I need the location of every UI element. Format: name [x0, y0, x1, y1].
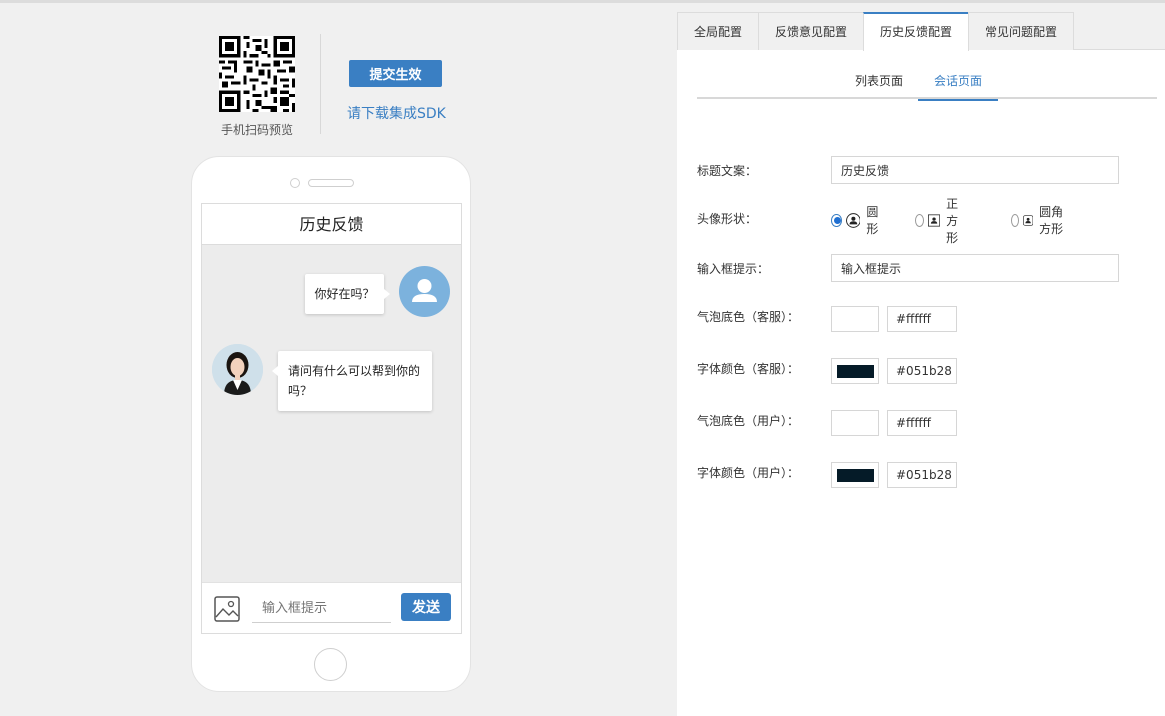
- agent-message-bubble: 请问有什么可以帮到你的吗？: [272, 351, 432, 411]
- tab-global-config[interactable]: 全局配置: [677, 12, 759, 50]
- qr-caption: 手机扫码预览: [220, 123, 293, 137]
- agent-font-color-swatch[interactable]: [831, 358, 879, 384]
- agent-bubble-color-label: 气泡底色（客服）：: [697, 310, 800, 324]
- avatar-shape-rounded-square-option[interactable]: 圆角方形: [1011, 205, 1065, 236]
- phone-screen: 历史反馈 你好在吗？ 请问有什么可以帮到你的吗？ 输入框提示 发送: [201, 203, 462, 634]
- title-input[interactable]: [831, 156, 1119, 184]
- input-hint-input[interactable]: [831, 254, 1119, 282]
- user-message-bubble: 你好在吗？: [305, 274, 390, 314]
- agent-bubble-color-swatch[interactable]: [831, 306, 879, 332]
- phone-home-button: [314, 648, 347, 681]
- submit-button[interactable]: 提交生效: [349, 60, 442, 87]
- user-font-color-label: 字体颜色（用户）：: [697, 466, 800, 480]
- square-option-label: 正方形: [946, 196, 959, 245]
- chat-message-input[interactable]: [252, 595, 391, 623]
- user-silhouette-icon: [412, 279, 437, 302]
- color-fill: [837, 313, 874, 326]
- vertical-divider: [320, 34, 321, 134]
- avatar-shape-circle-option[interactable]: 圆形: [831, 205, 885, 236]
- tab-history-feedback-config[interactable]: 历史反馈配置: [863, 12, 969, 51]
- avatar-shape-label: 头像形状：: [697, 212, 758, 226]
- input-hint-label: 输入框提示：: [697, 262, 770, 276]
- phone-camera: [290, 178, 300, 188]
- square-radio[interactable]: [915, 213, 924, 227]
- agent-avatar: [212, 344, 263, 395]
- agent-font-color-hex[interactable]: [887, 358, 957, 384]
- image-icon[interactable]: [214, 596, 240, 622]
- phone-speaker: [308, 179, 354, 187]
- user-bubble-color-swatch[interactable]: [831, 410, 879, 436]
- avatar-shape-square-option[interactable]: 正方形: [915, 197, 969, 245]
- user-bubble-color-hex[interactable]: [887, 410, 957, 436]
- agent-font-color-label: 字体颜色（客服）：: [697, 362, 800, 376]
- user-font-color-hex[interactable]: [887, 462, 957, 488]
- square-avatar-icon: [928, 210, 941, 230]
- preview-pane: 手机扫码预览 提交生效 请下载集成SDK 历史反馈 你好在吗？ 请问有什么可以帮…: [0, 3, 677, 716]
- chat-input-bar: 发送: [202, 582, 461, 633]
- title-label: 标题文案：: [697, 164, 758, 178]
- subtab-list-page[interactable]: 列表页面: [841, 68, 917, 99]
- agent-bubble-color-hex[interactable]: [887, 306, 957, 332]
- user-font-color-swatch[interactable]: [831, 462, 879, 488]
- circle-avatar-icon: [845, 210, 861, 230]
- chat-header-title: 历史反馈: [202, 204, 461, 245]
- page-subtabs: 列表页面 会话页面: [697, 68, 1157, 101]
- tab-faq-config[interactable]: 常见问题配置: [968, 12, 1074, 50]
- rounded-square-avatar-icon: [1022, 210, 1034, 230]
- phone-preview: 历史反馈 你好在吗？ 请问有什么可以帮到你的吗？ 输入框提示 发送: [191, 156, 471, 692]
- send-button[interactable]: 发送: [401, 593, 451, 621]
- qr-code-image: [219, 36, 295, 112]
- color-fill: [837, 365, 874, 378]
- user-avatar: [399, 266, 450, 317]
- config-tabs: 全局配置 反馈意见配置 历史反馈配置 常见问题配置: [677, 3, 1165, 51]
- tab-feedback-config[interactable]: 反馈意见配置: [758, 12, 864, 50]
- circle-option-label: 圆形: [866, 205, 879, 236]
- subtab-session-page[interactable]: 会话页面: [918, 68, 998, 101]
- config-pane: 全局配置 反馈意见配置 历史反馈配置 常见问题配置 列表页面 会话页面 标题文案…: [677, 3, 1165, 716]
- circle-radio[interactable]: [831, 213, 842, 227]
- color-fill: [837, 417, 874, 430]
- download-sdk-link[interactable]: 请下载集成SDK: [347, 103, 446, 123]
- user-bubble-color-label: 气泡底色（用户）：: [697, 414, 800, 428]
- rounded-square-option-label: 圆角方形: [1039, 205, 1064, 236]
- rounded-square-radio[interactable]: [1011, 213, 1019, 227]
- agent-photo-icon: [212, 344, 263, 395]
- color-fill: [837, 469, 874, 482]
